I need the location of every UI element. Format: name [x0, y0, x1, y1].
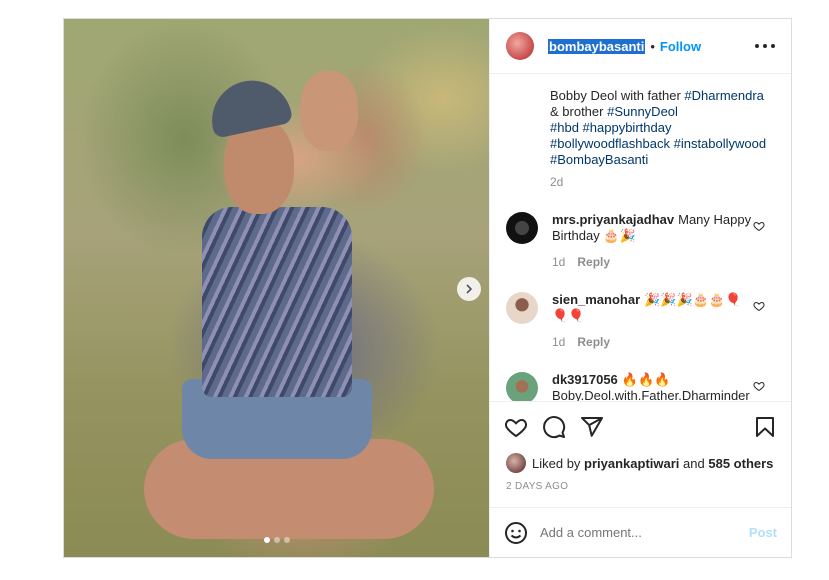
next-slide-button[interactable]: [457, 277, 481, 301]
heart-icon[interactable]: [504, 415, 528, 439]
comment-meta: 1d Reply: [552, 254, 752, 270]
post-date: 2 DAYS AGO: [506, 481, 569, 492]
carousel-dot: [283, 537, 290, 543]
caption-age: 2d: [550, 175, 564, 189]
comment-age: 1d: [552, 255, 566, 269]
commenter-avatar[interactable]: [506, 212, 538, 244]
likes-count[interactable]: 585 others: [708, 456, 773, 471]
caption-text: Bobby Deol with father: [550, 88, 685, 103]
post-actions: [490, 401, 791, 451]
commenter-username[interactable]: sien_manohar: [552, 292, 640, 307]
comment-age: 1d: [552, 335, 566, 349]
hashtag-link[interactable]: #Dharmendra: [684, 88, 764, 103]
instagram-post: bombaybasanti • Follow Bobby Deol with f…: [63, 18, 792, 558]
author-username[interactable]: bombaybasanti: [548, 38, 646, 54]
carousel-dots: [64, 537, 489, 543]
comment-meta: 1d Reply: [552, 334, 752, 350]
share-icon[interactable]: [580, 415, 604, 439]
heart-icon[interactable]: [753, 300, 765, 312]
follow-button[interactable]: Follow: [660, 39, 701, 54]
comment-item: dk3917056 🔥🔥🔥 Boby.Deol.with.Father.Dharm…: [506, 372, 775, 401]
hashtag-link[interactable]: #instabollywood: [674, 136, 767, 151]
comments-section[interactable]: Bobby Deol with father #Dharmendra & bro…: [490, 74, 791, 401]
commenter-username[interactable]: mrs.priyankajadhav: [552, 212, 674, 227]
author-avatar[interactable]: [506, 32, 534, 60]
liker-avatar[interactable]: [506, 453, 526, 473]
heart-icon[interactable]: [753, 380, 765, 392]
commenter-username[interactable]: dk3917056: [552, 372, 618, 387]
caption-text: & brother: [550, 104, 608, 119]
comment-body: dk3917056 🔥🔥🔥 Boby.Deol.with.Father.Dharm…: [552, 372, 752, 401]
post-panel: bombaybasanti • Follow Bobby Deol with f…: [490, 19, 791, 557]
hashtag-link[interactable]: #bollywoodflashback: [550, 136, 670, 151]
likes-summary: Liked by priyankaptiwari and 585 others: [490, 451, 791, 475]
post-photo[interactable]: [64, 19, 490, 557]
photo-figure-child: [300, 71, 358, 151]
commenter-avatar[interactable]: [506, 292, 538, 324]
add-comment-bar: Post: [490, 507, 791, 557]
commenter-avatar[interactable]: [506, 372, 538, 401]
likes-prefix: Liked by: [532, 455, 581, 471]
heart-icon[interactable]: [753, 220, 765, 232]
comment-item: sien_manohar 🎉🎉🎉🎂🎂🎈🎈🎈 1d Reply: [506, 292, 775, 350]
more-icon[interactable]: [755, 44, 775, 48]
separator-dot: •: [650, 38, 655, 54]
bookmark-icon[interactable]: [753, 415, 777, 439]
reply-button[interactable]: Reply: [577, 334, 610, 350]
emoji-icon[interactable]: [504, 521, 528, 545]
comment-icon[interactable]: [542, 415, 566, 439]
reply-button[interactable]: Reply: [577, 254, 610, 270]
photo-figure-vest: [202, 207, 352, 397]
post-caption: Bobby Deol with father #Dharmendra & bro…: [506, 88, 775, 190]
carousel-dot: [263, 537, 270, 543]
hashtag-link[interactable]: #happybirthday: [583, 120, 672, 135]
comment-body: sien_manohar 🎉🎉🎉🎂🎂🎈🎈🎈 1d Reply: [552, 292, 752, 350]
carousel-dot: [273, 537, 280, 543]
comment-body: mrs.priyankajadhav Many Happy Birthday 🎂🎉…: [552, 212, 752, 270]
liker-username[interactable]: priyankaptiwari: [584, 456, 679, 471]
hashtag-link[interactable]: #hbd: [550, 120, 579, 135]
comment-input[interactable]: [540, 525, 749, 540]
hashtag-link[interactable]: #SunnyDeol: [607, 104, 678, 119]
post-header: bombaybasanti • Follow: [490, 19, 791, 74]
comment-item: mrs.priyankajadhav Many Happy Birthday 🎂🎉…: [506, 212, 775, 270]
post-comment-button[interactable]: Post: [749, 525, 777, 540]
chevron-right-icon: [466, 284, 473, 294]
likes-middle: and: [683, 455, 705, 471]
hashtag-link[interactable]: #BombayBasanti: [550, 152, 648, 167]
